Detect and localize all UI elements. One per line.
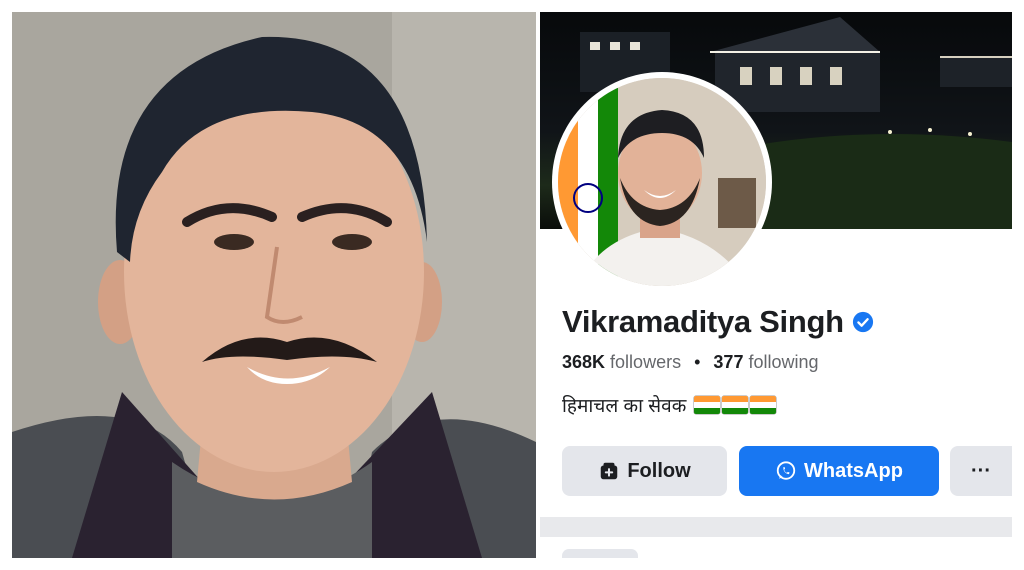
verified-badge-icon	[852, 311, 873, 333]
whatsapp-label: WhatsApp	[804, 459, 903, 482]
stats-separator: •	[694, 352, 701, 372]
section-divider	[540, 517, 1012, 537]
whatsapp-button[interactable]: WhatsApp	[739, 446, 939, 496]
followers-label[interactable]: followers	[610, 352, 681, 372]
more-dots-icon: ···	[971, 459, 991, 482]
profile-screenshot: Vikramaditya Singh 368K followers • 377 …	[540, 12, 1012, 558]
india-flag-icon	[722, 396, 749, 414]
profile-name-row: Vikramaditya Singh	[562, 304, 874, 340]
profile-name: Vikramaditya Singh	[562, 304, 844, 339]
profile-avatar[interactable]	[552, 72, 772, 292]
avatar-photo	[558, 78, 766, 286]
india-flag-icon	[694, 396, 721, 414]
portrait-photo	[12, 12, 536, 558]
following-count[interactable]: 377	[713, 352, 743, 372]
bio-text: हिमाचल का सेवक	[562, 396, 687, 417]
follow-icon	[601, 462, 618, 480]
bio-flags	[694, 396, 777, 414]
following-label[interactable]: following	[748, 352, 818, 372]
profile-bio: हिमाचल का सेवक	[562, 392, 777, 418]
whatsapp-icon	[776, 461, 796, 480]
follow-button[interactable]: Follow	[562, 446, 727, 496]
followers-count[interactable]: 368K	[562, 352, 605, 372]
profile-stats: 368K followers • 377 following	[562, 352, 819, 373]
next-section-tab[interactable]	[562, 549, 638, 558]
follow-label: Follow	[627, 459, 691, 482]
more-button[interactable]: ···	[950, 446, 1012, 496]
india-flag-icon	[750, 396, 777, 414]
